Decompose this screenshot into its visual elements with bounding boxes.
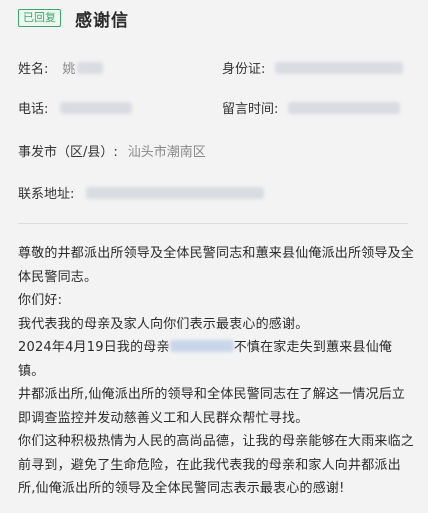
- phone-redacted: [60, 101, 133, 114]
- thanks-line: 我代表我的母亲及家人向你们表示最衷心的感谢。: [18, 316, 309, 332]
- location-label: 事发市（区/县）:: [18, 145, 118, 160]
- letter-card: 已回复 感谢信 姓名: 姚 身份证: 电话: 留言时间: 事发市（区/县）: 汕…: [0, 0, 428, 513]
- location-field: 事发市（区/县）: 汕头市潮南区: [18, 141, 206, 160]
- location-value: 汕头市潮南区: [127, 145, 206, 160]
- address-field: 联系地址:: [18, 183, 265, 202]
- message-time-redacted: [288, 101, 401, 114]
- greeting: 你们好:: [18, 293, 63, 308]
- letter-header: 已回复 感谢信: [18, 6, 129, 31]
- mother-name-redacted: [169, 340, 234, 352]
- incident-date-text: 2024年4月19日我的母亲: [18, 340, 170, 355]
- section-divider: [18, 223, 408, 224]
- address-redacted: [86, 186, 265, 199]
- gratitude-paragraph: 你们这种积极热情为人民的高尚品德，让我的母亲能够在大雨来临之前寻到，避免了生命危…: [18, 434, 415, 496]
- message-time-field: 留言时间:: [222, 98, 401, 117]
- address-label: 联系地址:: [18, 187, 75, 202]
- salutation: 尊敬的井都派出所领导及全体民警同志和蕙来县仙俺派出所领导及全体民警同志。: [18, 246, 415, 285]
- phone-field: 电话:: [18, 98, 133, 117]
- id-field: 身份证:: [222, 58, 404, 77]
- page-title: 感谢信: [75, 10, 129, 31]
- id-label: 身份证:: [222, 62, 266, 77]
- name-label: 姓名:: [18, 62, 49, 77]
- search-paragraph: 井都派出所,仙俺派出所的领导和全体民警同志在了解这一情况后立即调查监控并发动慈善…: [18, 387, 406, 426]
- name-redacted: [77, 61, 104, 74]
- name-field: 姓名: 姚: [18, 58, 104, 77]
- phone-label: 电话:: [18, 102, 49, 117]
- incident-paragraph: 2024年4月19日我的母亲 不慎在家走失到蕙来县仙俺镇。: [18, 336, 414, 383]
- name-value: 姚: [62, 62, 76, 77]
- message-time-label: 留言时间:: [222, 102, 279, 117]
- status-badge: 已回复: [18, 9, 61, 27]
- id-redacted: [275, 61, 404, 74]
- letter-body: 尊敬的井都派出所领导及全体民警同志和蕙来县仙俺派出所领导及全体民警同志。 你们好…: [18, 242, 414, 501]
